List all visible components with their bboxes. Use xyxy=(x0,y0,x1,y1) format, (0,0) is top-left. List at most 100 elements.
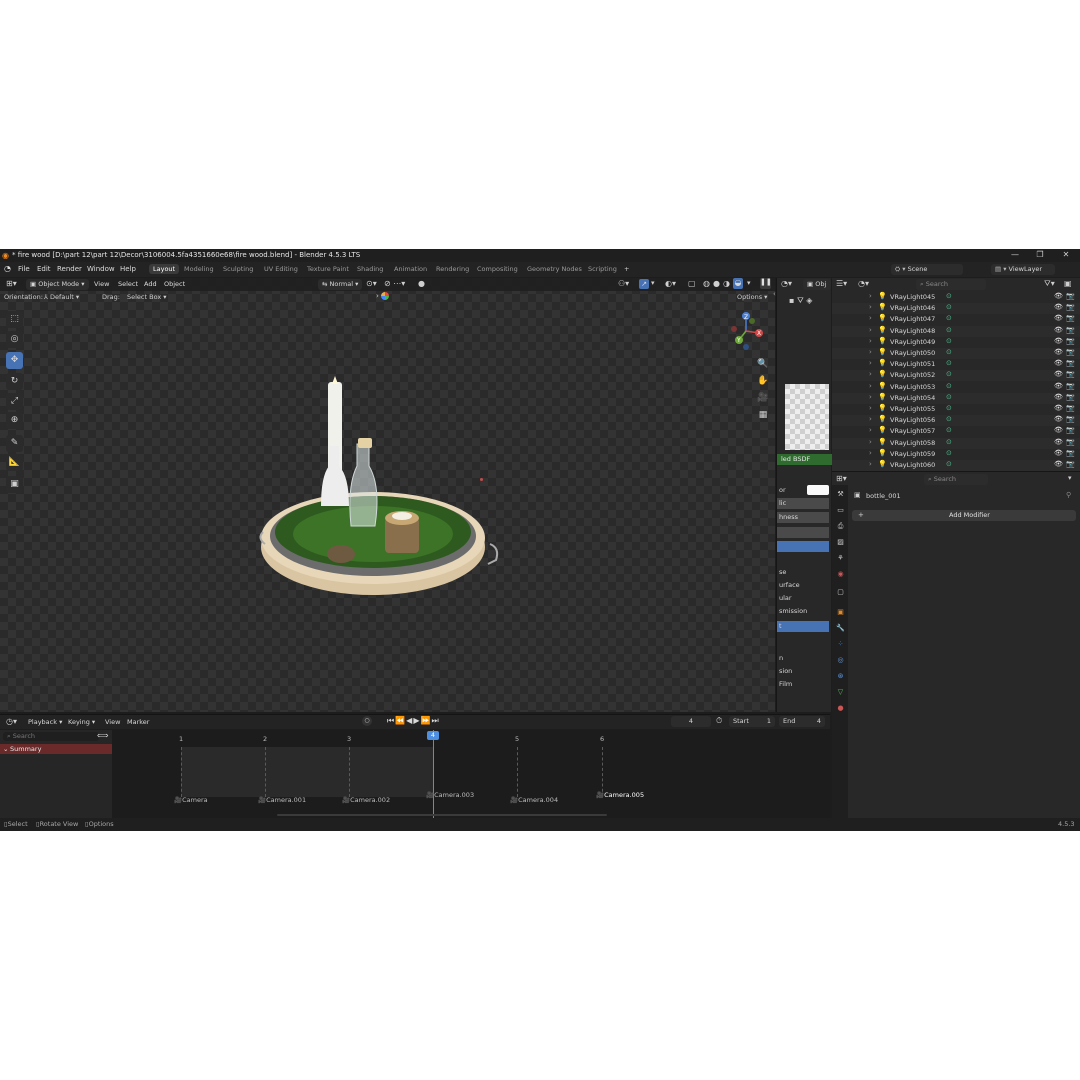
expand-arrow-icon[interactable]: › xyxy=(869,426,872,434)
collection-tab-icon[interactable]: ▢ xyxy=(835,587,846,598)
scale-tool-icon[interactable]: ⤢ xyxy=(6,393,23,410)
camera-icon[interactable]: 📷 xyxy=(1066,370,1075,378)
jump-keyframe-back-icon[interactable]: ⏪ xyxy=(395,716,406,725)
outliner-item[interactable]: › 💡 VRayLight048 ⊙ 👁 📷 xyxy=(832,325,1080,337)
orientation-dropdown[interactable]: ⅄ Default ▾ xyxy=(44,293,79,301)
outliner-item[interactable]: › 💡 VRayLight059 ⊙ 👁 📷 xyxy=(832,449,1080,460)
outliner-item[interactable]: › 💡 VRayLight055 ⊙ 👁 📷 xyxy=(832,404,1080,415)
pivot-point-icon[interactable]: ⊙▾ xyxy=(366,279,377,288)
tab-scripting[interactable]: Scripting xyxy=(588,265,617,273)
navigation-gizmo[interactable]: Z X Y xyxy=(726,311,766,351)
light-data-icon[interactable]: ⊙ xyxy=(946,426,952,434)
light-data-icon[interactable]: ⊙ xyxy=(946,449,952,457)
end-frame-field[interactable]: End 4 xyxy=(779,716,825,727)
timeline-scrollbar[interactable] xyxy=(277,814,607,816)
expand-arrow-icon[interactable]: › xyxy=(869,438,872,446)
timeline-search-input[interactable]: ⌕ Search xyxy=(3,732,99,741)
timeline-marker-menu[interactable]: Marker xyxy=(127,718,149,726)
tab-sculpting[interactable]: Sculpting xyxy=(223,265,253,273)
move-tool-icon[interactable]: ✥ xyxy=(6,352,23,369)
camera-marker[interactable]: 🎥Camera.002 xyxy=(342,796,390,804)
scene-selector[interactable]: ⛭ ▾ Scene xyxy=(891,264,963,275)
neg-z-axis-handle[interactable] xyxy=(743,344,749,350)
expand-arrow-icon[interactable]: › xyxy=(869,326,872,334)
cursor-tool-icon[interactable]: ◎ xyxy=(6,331,23,348)
perspective-grid-icon[interactable]: ▦ xyxy=(756,408,770,422)
eye-icon[interactable]: 👁 xyxy=(1054,337,1063,345)
camera-view-icon[interactable]: 🎥 xyxy=(756,391,770,405)
camera-icon[interactable]: 📷 xyxy=(1066,348,1075,356)
neg-x-axis-handle[interactable] xyxy=(731,326,737,332)
pause-render-icon[interactable]: ❚❚ xyxy=(760,278,772,289)
timeline-view-menu[interactable]: View xyxy=(105,718,120,726)
color-wheel-icon[interactable] xyxy=(381,292,389,300)
start-frame-field[interactable]: Start 1 xyxy=(729,716,775,727)
rotate-tool-icon[interactable]: ↻ xyxy=(6,373,23,390)
playhead-frame-indicator[interactable]: 4 xyxy=(427,731,439,740)
camera-icon[interactable]: 📷 xyxy=(1066,426,1075,434)
metallic-field[interactable]: lic xyxy=(777,498,829,509)
physics-tab-icon[interactable]: ◎ xyxy=(835,655,846,666)
outliner-item[interactable]: › 💡 VRayLight060 ⊙ 👁 📷 xyxy=(832,460,1080,471)
object-selector[interactable]: ▣ Obj xyxy=(803,279,831,290)
sheen-label[interactable]: n xyxy=(779,654,783,662)
menu-file[interactable]: File xyxy=(18,265,30,273)
expand-arrow-icon[interactable]: › xyxy=(869,460,872,468)
eye-icon[interactable]: 👁 xyxy=(1054,348,1063,356)
light-data-icon[interactable]: ⊙ xyxy=(946,370,952,378)
outliner-item[interactable]: › 💡 VRayLight053 ⊙ 👁 📷 xyxy=(832,382,1080,393)
light-data-icon[interactable]: ⊙ xyxy=(946,393,952,401)
display-mode-icon[interactable]: ◔▾ xyxy=(858,279,869,288)
camera-icon[interactable]: 📷 xyxy=(1066,460,1075,468)
camera-marker[interactable]: 🎥Camera.001 xyxy=(258,796,306,804)
pin-icon[interactable]: ⚲ xyxy=(1066,491,1071,499)
modifiers-tab-icon[interactable]: 🔧 xyxy=(835,623,846,634)
expand-arrow-icon[interactable]: › xyxy=(869,292,872,300)
annotate-tool-icon[interactable]: ✎ xyxy=(6,435,23,452)
camera-icon[interactable]: 📷 xyxy=(1066,438,1075,446)
chevron-down-icon[interactable]: ▾ xyxy=(747,279,751,287)
camera-icon[interactable]: 📷 xyxy=(1066,415,1075,423)
menu-edit[interactable]: Edit xyxy=(37,265,51,273)
outliner-item[interactable]: › 💡 VRayLight049 ⊙ 👁 📷 xyxy=(832,337,1080,348)
camera-icon[interactable]: 📷 xyxy=(1066,404,1075,412)
3d-viewport[interactable]: ⊞▾ ▣ Object Mode ▾ View Select Add Objec… xyxy=(0,278,775,712)
rendered-shading-icon[interactable]: ◒ xyxy=(733,278,743,289)
close-button[interactable]: ✕ xyxy=(1054,250,1078,259)
specular-label[interactable]: ular xyxy=(779,594,792,602)
eye-icon[interactable]: 👁 xyxy=(1054,303,1063,311)
tab-texture-paint[interactable]: Texture Paint xyxy=(307,265,349,273)
expand-arrow-icon[interactable]: › xyxy=(869,348,872,356)
expand-arrow-icon[interactable]: › xyxy=(869,359,872,367)
eye-icon[interactable]: 👁 xyxy=(1054,292,1063,300)
eye-icon[interactable]: 👁 xyxy=(1054,460,1063,468)
chevron-down-icon[interactable]: ▾ xyxy=(1068,474,1072,482)
outliner-item[interactable]: › 💡 VRayLight047 ⊙ 👁 📷 xyxy=(832,314,1080,325)
render-tab-icon[interactable]: ▭ xyxy=(835,505,846,516)
add-modifier-button[interactable]: + Add Modifier xyxy=(852,510,1076,521)
camera-icon[interactable]: 📷 xyxy=(1066,382,1075,390)
select-tool-icon[interactable]: ⬚ xyxy=(6,311,23,328)
viewport-menu-view[interactable]: View xyxy=(94,280,109,288)
menu-render[interactable]: Render xyxy=(57,265,82,273)
expand-arrow-icon[interactable]: › xyxy=(869,303,872,311)
light-data-icon[interactable]: ⊙ xyxy=(946,460,952,468)
tab-rendering[interactable]: Rendering xyxy=(436,265,469,273)
tab-modeling[interactable]: Modeling xyxy=(184,265,214,273)
eye-icon[interactable]: 👁 xyxy=(1054,449,1063,457)
current-frame-field[interactable]: 4 xyxy=(671,716,711,727)
base-color-swatch[interactable] xyxy=(807,485,829,495)
filter-icon[interactable]: ⛛▾ xyxy=(1044,279,1055,289)
gizmo-toggle-icon[interactable]: ↗ xyxy=(639,279,649,289)
outliner-type-icon[interactable]: ☰▾ xyxy=(836,279,847,288)
light-data-icon[interactable]: ⊙ xyxy=(946,404,952,412)
expand-arrow-icon[interactable]: › xyxy=(869,370,872,378)
subsurface-label[interactable]: urface xyxy=(779,581,800,589)
viewport-menu-select[interactable]: Select xyxy=(118,280,138,288)
object-data-tab-icon[interactable]: ▽ xyxy=(835,687,846,698)
outliner-item[interactable]: › 💡 VRayLight051 ⊙ 👁 📷 xyxy=(832,359,1080,370)
camera-icon[interactable]: 📷 xyxy=(1066,314,1075,322)
viewport-menu-add[interactable]: Add xyxy=(144,280,157,288)
eye-icon[interactable]: 👁 xyxy=(1054,370,1063,378)
add-workspace-button[interactable]: + xyxy=(624,265,629,273)
